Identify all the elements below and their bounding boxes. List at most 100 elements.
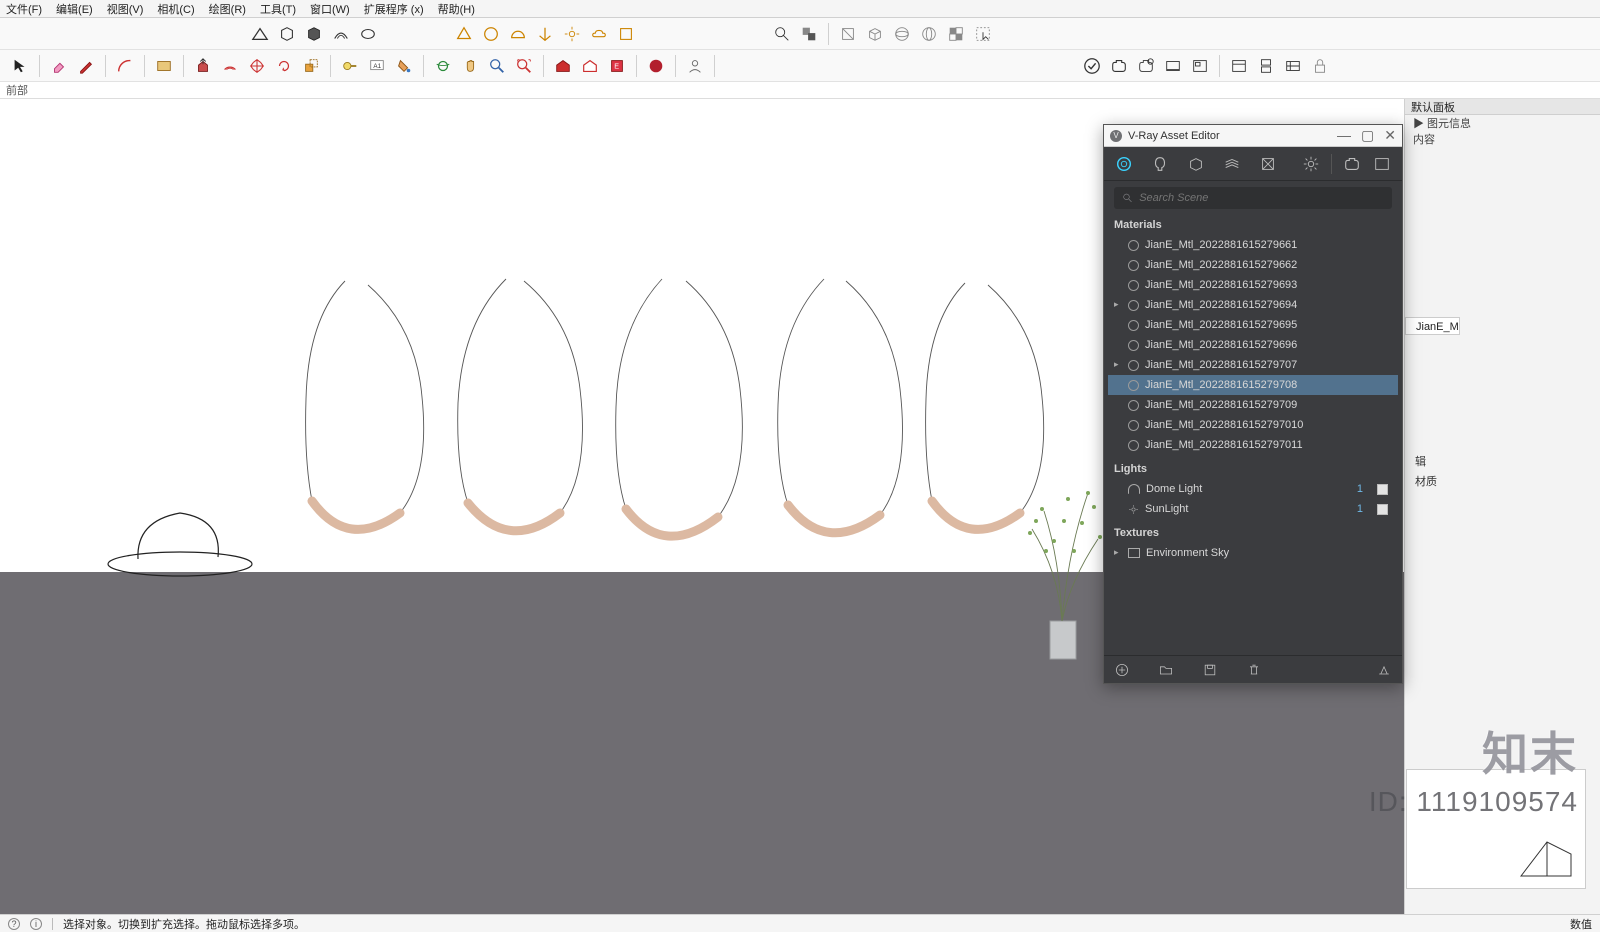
tray-material-tab[interactable]: 材质 [1405, 473, 1600, 489]
tray-title[interactable]: 默认面板 [1405, 99, 1600, 115]
vray-material-item[interactable]: JianE_Mtl_2022881615279709 [1108, 395, 1398, 415]
vray-titlebar[interactable]: V V-Ray Asset Editor ― ▢ ✕ [1104, 125, 1402, 147]
move-icon[interactable] [245, 54, 269, 78]
close-icon[interactable]: ✕ [1384, 127, 1396, 144]
vray-open-icon[interactable] [1158, 662, 1174, 678]
viewport[interactable]: 默认面板 ▶ 图元信息 内容 JianE_M 辑 材质 V V-Ray Asse… [0, 99, 1600, 914]
help-icon[interactable]: ? [8, 918, 20, 930]
vray-purge-icon[interactable] [1376, 662, 1392, 678]
chevron-right-icon[interactable]: ▸ [1114, 547, 1119, 558]
vray-light-item[interactable]: Dome Light1 [1108, 479, 1398, 499]
menu-extensions[interactable]: 扩展程序 (x) [364, 1, 424, 17]
style-mono-icon[interactable] [356, 22, 380, 46]
pencil-icon[interactable] [74, 54, 98, 78]
chevron-right-icon[interactable]: ▸ [1114, 359, 1119, 370]
zoom-icon[interactable] [485, 54, 509, 78]
tape-icon[interactable] [338, 54, 362, 78]
vray-delete-icon[interactable] [1246, 662, 1262, 678]
vray-material-item[interactable]: JianE_Mtl_2022881615279696 [1108, 335, 1398, 355]
vray-render-icon[interactable] [1342, 154, 1362, 174]
eraser-icon[interactable] [47, 54, 71, 78]
vray-material-item[interactable]: JianE_Mtl_2022881615279693 [1108, 275, 1398, 295]
vray-batch-icon[interactable] [1227, 54, 1251, 78]
vray-sun-icon[interactable] [560, 22, 584, 46]
menu-file[interactable]: 文件(F) [6, 1, 42, 17]
scale-icon[interactable] [299, 54, 323, 78]
vray-tab-geometry-icon[interactable] [1186, 154, 1206, 174]
menu-tools[interactable]: 工具(T) [260, 1, 296, 17]
warehouse-icon[interactable] [551, 54, 575, 78]
select-region-icon[interactable] [770, 22, 794, 46]
vray-dome-icon[interactable] [506, 22, 530, 46]
pushpull-icon[interactable] [191, 54, 215, 78]
tray-material-name[interactable]: JianE_M [1405, 317, 1460, 335]
rectangle-icon[interactable] [152, 54, 176, 78]
menu-view[interactable]: 视图(V) [107, 1, 144, 17]
vray-tab-lights-icon[interactable] [1150, 154, 1170, 174]
vray-viewport-icon[interactable] [1161, 54, 1185, 78]
vray-search-field[interactable] [1114, 187, 1392, 209]
vray-history-icon[interactable] [1281, 54, 1305, 78]
vray-tab-textures-icon[interactable] [1222, 154, 1242, 174]
menu-edit[interactable]: 编辑(E) [56, 1, 93, 17]
menu-help[interactable]: 帮助(H) [438, 1, 475, 17]
chevron-right-icon[interactable]: ▸ [1114, 299, 1119, 310]
vray-material-item[interactable]: JianE_Mtl_20228816152797011 [1108, 435, 1398, 455]
select-add-icon[interactable] [797, 22, 821, 46]
checker-icon[interactable] [944, 22, 968, 46]
vray-asset-editor-panel[interactable]: V V-Ray Asset Editor ― ▢ ✕ [1103, 124, 1403, 684]
style-texture-icon[interactable] [302, 22, 326, 46]
vray-tab-materials-icon[interactable] [1114, 154, 1134, 174]
minimize-icon[interactable]: ― [1337, 127, 1351, 144]
maximize-icon[interactable]: ▢ [1361, 127, 1374, 144]
vray-material-item[interactable]: JianE_Mtl_2022881615279708 [1108, 375, 1398, 395]
menu-draw[interactable]: 绘图(R) [209, 1, 246, 17]
style-shaded-icon[interactable] [275, 22, 299, 46]
account-icon[interactable] [683, 54, 707, 78]
wire-cube-icon[interactable] [863, 22, 887, 46]
vray-material-item[interactable]: JianE_Mtl_2022881615279661 [1108, 235, 1398, 255]
style-line-icon[interactable] [248, 22, 272, 46]
select-tool-icon[interactable] [8, 54, 32, 78]
vray-framebuf-icon[interactable] [1372, 154, 1392, 174]
wire-globe-icon[interactable] [917, 22, 941, 46]
zoom-extents-icon[interactable] [512, 54, 536, 78]
vray-tab-settings-icon[interactable] [1258, 154, 1278, 174]
tray-entity-info[interactable]: ▶ 图元信息 [1405, 115, 1600, 131]
vray-plane-icon[interactable] [533, 22, 557, 46]
vray-stack-icon[interactable] [1254, 54, 1278, 78]
rotate-icon[interactable] [272, 54, 296, 78]
vray-material-item[interactable]: JianE_Mtl_2022881615279695 [1108, 315, 1398, 335]
vray-settings-gear-icon[interactable] [1301, 154, 1321, 174]
vray-light-item[interactable]: SunLight1 [1108, 499, 1398, 519]
vray-asset-icon[interactable] [1080, 54, 1104, 78]
vray-prespective-icon[interactable] [452, 22, 476, 46]
vray-sphere-icon[interactable] [479, 22, 503, 46]
pan-icon[interactable] [458, 54, 482, 78]
vray-logo-icon[interactable] [644, 54, 668, 78]
light-enable-checkbox[interactable] [1377, 504, 1388, 515]
vray-material-item[interactable]: JianE_Mtl_2022881615279662 [1108, 255, 1398, 275]
orbit-icon[interactable] [431, 54, 455, 78]
text-icon[interactable]: A1 [365, 54, 389, 78]
wire-box-icon[interactable] [836, 22, 860, 46]
info-icon[interactable]: i [30, 918, 42, 930]
extension-icon[interactable]: E [605, 54, 629, 78]
vray-material-item[interactable]: ▸JianE_Mtl_2022881615279707 [1108, 355, 1398, 375]
vray-texture-item[interactable]: ▸Environment Sky [1108, 543, 1398, 563]
paint-icon[interactable] [392, 54, 416, 78]
menu-window[interactable]: 窗口(W) [310, 1, 350, 17]
wire-sphere-icon[interactable] [890, 22, 914, 46]
vray-lock-icon[interactable] [1308, 54, 1332, 78]
vray-material-item[interactable]: ▸JianE_Mtl_2022881615279694 [1108, 295, 1398, 315]
vray-search-input[interactable] [1139, 192, 1384, 204]
vray-add-icon[interactable] [1114, 662, 1130, 678]
offset-icon[interactable] [218, 54, 242, 78]
vray-cloud-icon[interactable] [587, 22, 611, 46]
region-select-icon[interactable] [971, 22, 995, 46]
vray-fb-icon[interactable] [1188, 54, 1212, 78]
arc-icon[interactable] [113, 54, 137, 78]
vray-render-icon[interactable] [1107, 54, 1131, 78]
vray-save-icon[interactable] [1202, 662, 1218, 678]
vray-interactive-icon[interactable] [1134, 54, 1158, 78]
